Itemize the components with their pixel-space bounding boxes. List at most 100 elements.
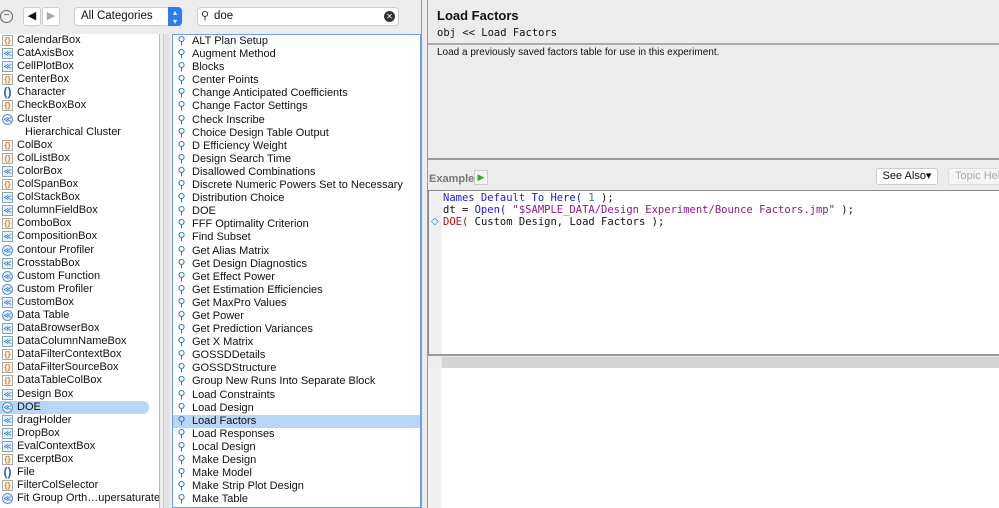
list-item[interactable]: ≪ DataColumnNameBox: [0, 335, 159, 348]
message-list[interactable]: ⚲ ALT Plan Setup ⚲ Augment Method ⚲ Blocks ⚲ Ce…: [172, 34, 421, 508]
code-line-3: DOE( Custom Design, Load Factors );: [443, 216, 665, 228]
list-item-label: ColorBox: [17, 164, 63, 177]
object-icon: ≪: [2, 165, 13, 177]
list-item[interactable]: ≪ EvalContextBox: [0, 440, 159, 453]
list-item[interactable]: ≪ Contour Profiler: [0, 244, 159, 257]
list-item[interactable]: ≪ CustomBox: [0, 296, 159, 309]
list-item[interactable]: ⚲ Get Estimation Efficiencies: [173, 284, 420, 297]
list-item[interactable]: ⚲ Make Table: [173, 493, 420, 506]
list-item[interactable]: ≪ CrosstabBox: [0, 257, 159, 270]
list-item[interactable]: ⚲ Change Factor Settings: [173, 100, 420, 113]
list-item[interactable]: ⚲ Get Alias Matrix: [173, 245, 420, 258]
list-item[interactable]: ≪ DOE: [0, 400, 149, 414]
list-item[interactable]: ⚲ Get Effect Power: [173, 271, 420, 284]
list-item[interactable]: ⚲ Load Responses: [173, 428, 420, 441]
list-item[interactable]: ≪ CellPlotBox: [0, 60, 159, 73]
list-item[interactable]: ⚲ Center Points: [173, 74, 420, 87]
list-item[interactable]: {} DataFilterContextBox: [0, 348, 159, 361]
list-item[interactable]: ≪ ColumnFieldBox: [0, 204, 159, 217]
forward-button[interactable]: ▶: [42, 7, 60, 26]
run-script-icon[interactable]: ▶: [474, 170, 488, 185]
object-icon: ≪: [2, 244, 13, 256]
list-item[interactable]: ⚲ Augment Method: [173, 48, 420, 61]
list-item[interactable]: ⚲ FFF Optimality Criterion: [173, 218, 420, 231]
list-item[interactable]: ≪ DataBrowserBox: [0, 322, 159, 335]
list-item[interactable]: ⚲ Find Subset: [173, 231, 420, 244]
list-item[interactable]: ≪ ColorBox: [0, 165, 159, 178]
list-item[interactable]: () Character: [0, 86, 159, 99]
list-item[interactable]: ⚲ Get Power: [173, 310, 420, 323]
list-item[interactable]: {} DataFilterSourceBox: [0, 361, 159, 374]
list-item[interactable]: ≪ Fit Group Orth…upersaturated: [0, 492, 159, 505]
topic-help-button[interactable]: Topic Help: [948, 168, 999, 185]
list-item[interactable]: ≪ Custom Function: [0, 270, 159, 283]
list-item[interactable]: {} ColBox: [0, 139, 159, 152]
list-item[interactable]: ≪ Custom Profiler: [0, 283, 159, 296]
list-item[interactable]: ⚲ Check Inscribe: [173, 114, 420, 127]
list-item[interactable]: ⚲ Get X Matrix: [173, 336, 420, 349]
list-item[interactable]: ≪ CatAxisBox: [0, 47, 159, 60]
list-item[interactable]: ⚲ Local Design: [173, 441, 420, 454]
list-item[interactable]: ≪ dragHolder: [0, 414, 159, 427]
back-button[interactable]: ◀: [23, 7, 41, 26]
see-also-button[interactable]: See Also▾: [876, 168, 938, 185]
list-item[interactable]: ≪ ColStackBox: [0, 191, 159, 204]
list-item-label: dragHolder: [17, 413, 72, 426]
list-item[interactable]: ≪ Cluster: [0, 113, 159, 126]
collapse-button[interactable]: −: [0, 10, 13, 23]
list-item[interactable]: ⚲ Distribution Choice: [173, 192, 420, 205]
list-item[interactable]: ⚲ Blocks: [173, 61, 420, 74]
list-item[interactable]: Hierarchical Cluster: [0, 126, 159, 139]
divider[interactable]: [428, 354, 999, 356]
list-item[interactable]: {} CheckBoxBox: [0, 99, 159, 112]
pane-splitter[interactable]: [421, 0, 428, 508]
list-item[interactable]: ≪ DropBox: [0, 427, 159, 440]
list-item-label: Data Table: [17, 308, 70, 321]
scrollbar[interactable]: [163, 34, 169, 508]
list-item[interactable]: ⚲ Load Design: [173, 402, 420, 415]
list-item[interactable]: ⚲ GOSSDDetails: [173, 349, 420, 362]
list-item[interactable]: {} ExcerptBox: [0, 453, 159, 466]
list-item[interactable]: ⚲ Disallowed Combinations: [173, 166, 420, 179]
object-icon: ≪: [2, 336, 13, 348]
list-item[interactable]: ⚲ GOSSDStructure: [173, 362, 420, 375]
example-code-editor[interactable]: Names Default To Here( 1 ); dt = Open( "…: [428, 190, 999, 355]
list-item[interactable]: ⚲ ALT Plan Setup: [173, 35, 420, 48]
list-item[interactable]: ⚲ Change Anticipated Coefficients: [173, 87, 420, 100]
output-area[interactable]: [428, 368, 999, 508]
list-item-label: CellPlotBox: [17, 60, 74, 73]
list-item[interactable]: ⚲ Get Prediction Variances: [173, 323, 420, 336]
list-item[interactable]: ⚲ Get MaxPro Values: [173, 297, 420, 310]
list-item[interactable]: ≪ Design Box: [0, 388, 159, 401]
list-item[interactable]: ⚲ Load Constraints: [173, 389, 420, 402]
list-item[interactable]: () File: [0, 466, 159, 479]
list-item[interactable]: {} DataTableColBox: [0, 374, 159, 387]
divider[interactable]: [428, 158, 999, 160]
list-item[interactable]: {} ComboBox: [0, 217, 159, 230]
list-item[interactable]: ≪ CompositionBox: [0, 230, 159, 243]
list-item[interactable]: ⚲ Load Factors: [173, 414, 420, 428]
list-item[interactable]: {} CenterBox: [0, 73, 159, 86]
list-item[interactable]: {} FilterColSelector: [0, 479, 159, 492]
list-item[interactable]: ≪ Data Table: [0, 309, 159, 322]
search-input[interactable]: ⚲ doe ✕: [197, 7, 399, 26]
list-item[interactable]: ⚲ Design Search Time: [173, 153, 420, 166]
list-item[interactable]: ⚲ Make Design: [173, 454, 420, 467]
clear-search-icon[interactable]: ✕: [384, 11, 395, 22]
topic-title: Load Factors: [437, 8, 519, 23]
list-item[interactable]: ⚲ D Efficiency Weight: [173, 140, 420, 153]
list-item[interactable]: ⚲ Choice Design Table Output: [173, 127, 420, 140]
list-item[interactable]: {} ColListBox: [0, 152, 159, 165]
list-item[interactable]: ⚲ Make Model: [173, 467, 420, 480]
list-item[interactable]: {} CalendarBox: [0, 34, 159, 47]
list-item[interactable]: ⚲ Discrete Numeric Powers Set to Necessar…: [173, 179, 420, 192]
list-item[interactable]: {} ColSpanBox: [0, 178, 159, 191]
list-item[interactable]: ⚲ Make Strip Plot Design: [173, 480, 420, 493]
list-item[interactable]: ⚲ Group New Runs Into Separate Block: [173, 375, 420, 388]
message-icon: ⚲: [177, 126, 186, 139]
list-item-label: DOE: [192, 205, 216, 218]
list-item[interactable]: ⚲ Get Design Diagnostics: [173, 258, 420, 271]
list-item[interactable]: ⚲ DOE: [173, 205, 420, 218]
category-select[interactable]: All Categories ▴ ▾: [74, 7, 182, 26]
object-list[interactable]: {} CalendarBox ≪ CatAxisBox ≪ CellPlotBox {} Ce…: [0, 34, 160, 508]
